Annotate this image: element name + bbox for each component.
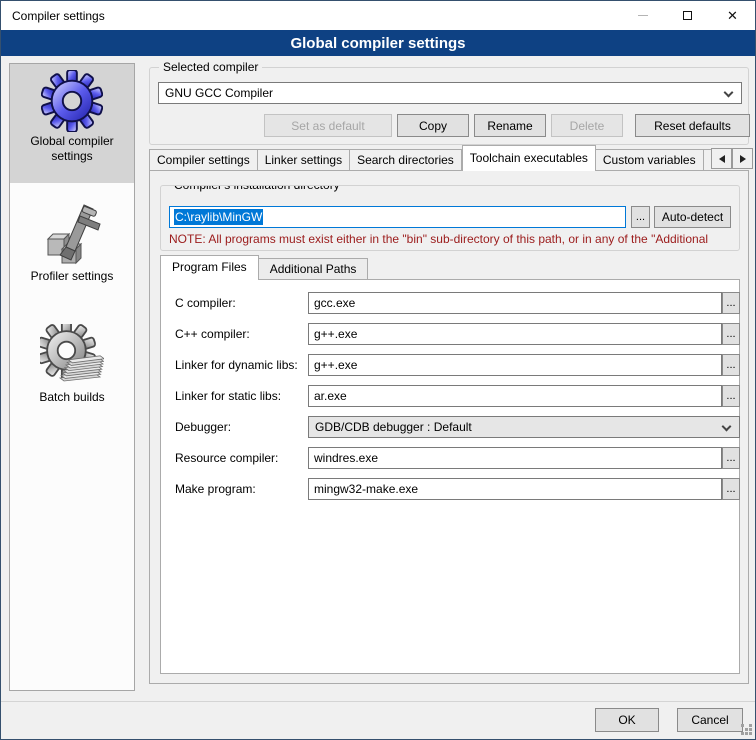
selected-compiler-label: Selected compiler bbox=[159, 60, 262, 74]
linker-dynamic-libs-browse-button[interactable]: ... bbox=[722, 354, 740, 376]
tab-custom-variables[interactable]: Custom variables bbox=[596, 149, 704, 170]
c-compiler-label: C compiler: bbox=[175, 292, 236, 314]
installation-directory-label: Compiler's installation directory bbox=[170, 185, 344, 192]
rename-button[interactable]: Rename bbox=[474, 114, 546, 137]
make-program-browse-button[interactable]: ... bbox=[722, 478, 740, 500]
maximize-icon bbox=[683, 11, 692, 20]
tab-linker-settings[interactable]: Linker settings bbox=[258, 149, 350, 170]
cpp-compiler-browse-button[interactable]: ... bbox=[722, 323, 740, 345]
debugger-value: GDB/CDB debugger : Default bbox=[315, 420, 472, 434]
compiler-select-value: GNU GCC Compiler bbox=[165, 86, 273, 100]
debugger-select[interactable]: GDB/CDB debugger : Default bbox=[308, 416, 740, 438]
c-compiler-input[interactable] bbox=[308, 292, 722, 314]
auto-detect-button[interactable]: Auto-detect bbox=[654, 206, 731, 228]
cpp-compiler-label: C++ compiler: bbox=[175, 323, 250, 345]
arrow-left-icon bbox=[719, 155, 725, 163]
install-dir-value: C:\raylib\MinGW bbox=[174, 209, 263, 225]
cancel-button[interactable]: Cancel bbox=[677, 708, 743, 732]
program-files-panel: C compiler: ...C++ compiler: ...Linker f… bbox=[160, 279, 740, 674]
chevron-down-icon bbox=[724, 88, 734, 98]
footer-divider bbox=[1, 701, 755, 702]
program-files-tab-strip: Program FilesAdditional Paths bbox=[160, 254, 368, 280]
cpp-compiler-input[interactable] bbox=[308, 323, 722, 345]
debugger-label: Debugger: bbox=[175, 416, 231, 438]
caliper-icon bbox=[40, 203, 104, 267]
compiler-select[interactable]: GNU GCC Compiler bbox=[158, 82, 742, 104]
copy-button[interactable]: Copy bbox=[397, 114, 469, 137]
make-program-label: Make program: bbox=[175, 478, 256, 500]
window-title: Compiler settings bbox=[1, 9, 105, 23]
compiler-settings-dialog: Compiler settings ✕ Global compiler sett… bbox=[0, 0, 756, 740]
set-as-default-button[interactable]: Set as default bbox=[264, 114, 392, 137]
make-program-row: Make program: ... bbox=[161, 478, 739, 500]
tab-build-options[interactable]: Build options bbox=[704, 149, 711, 170]
linker-dynamic-libs-label: Linker for dynamic libs: bbox=[175, 354, 298, 376]
linker-static-libs-browse-button[interactable]: ... bbox=[722, 385, 740, 407]
banner-title: Global compiler settings bbox=[290, 35, 465, 52]
title-bar: Compiler settings ✕ bbox=[1, 1, 755, 30]
install-dir-browse-button[interactable]: ... bbox=[631, 206, 650, 228]
sidebar-item-global-compiler-settings[interactable]: Global compiler settings bbox=[10, 64, 134, 183]
linker-static-libs-row: Linker for static libs: ... bbox=[161, 385, 739, 407]
chevron-down-icon bbox=[722, 422, 732, 432]
tab-scroll-left-button[interactable] bbox=[711, 148, 732, 169]
reset-defaults-button[interactable]: Reset defaults bbox=[635, 114, 750, 137]
resize-grip-icon[interactable] bbox=[741, 724, 744, 727]
installation-directory-group: Compiler's installation directory C:\ray… bbox=[160, 185, 740, 251]
sidebar-item-batch-builds[interactable]: Batch builds bbox=[10, 318, 134, 409]
ok-button[interactable]: OK bbox=[595, 708, 659, 732]
linker-static-libs-input[interactable] bbox=[308, 385, 722, 407]
minimize-button[interactable] bbox=[620, 1, 665, 30]
linker-dynamic-libs-input[interactable] bbox=[308, 354, 722, 376]
resource-compiler-row: Resource compiler: ... bbox=[161, 447, 739, 469]
sidebar-item-label: Global compiler settings bbox=[10, 132, 134, 168]
blue-gear-icon bbox=[41, 70, 103, 132]
delete-button[interactable]: Delete bbox=[551, 114, 623, 137]
debugger-row: Debugger: GDB/CDB debugger : Default bbox=[161, 416, 739, 438]
sidebar-item-profiler-settings[interactable]: Profiler settings bbox=[10, 197, 134, 288]
selected-compiler-group: Selected compiler GNU GCC Compiler Set a… bbox=[149, 67, 749, 145]
tab-scroll-right-button[interactable] bbox=[732, 148, 753, 169]
tab-toolchain-executables[interactable]: Toolchain executables bbox=[462, 145, 596, 171]
sidebar-item-label: Profiler settings bbox=[10, 267, 134, 288]
settings-tab-strip: Compiler settingsLinker settingsSearch d… bbox=[149, 145, 711, 171]
arrow-right-icon bbox=[740, 155, 746, 163]
toolchain-executables-page: Compiler's installation directory C:\ray… bbox=[149, 170, 749, 684]
install-dir-input[interactable]: C:\raylib\MinGW bbox=[169, 206, 626, 228]
tab-program-files[interactable]: Program Files bbox=[160, 255, 259, 280]
c-compiler-browse-button[interactable]: ... bbox=[722, 292, 740, 314]
linker-static-libs-label: Linker for static libs: bbox=[175, 385, 281, 407]
linker-dynamic-libs-row: Linker for dynamic libs: ... bbox=[161, 354, 739, 376]
sidebar-item-label: Batch builds bbox=[10, 388, 134, 409]
minimize-icon bbox=[638, 15, 648, 16]
cpp-compiler-row: C++ compiler: ... bbox=[161, 323, 739, 345]
close-button[interactable]: ✕ bbox=[710, 1, 755, 30]
tab-search-directories[interactable]: Search directories bbox=[350, 149, 462, 170]
close-icon: ✕ bbox=[727, 9, 738, 22]
c-compiler-row: C compiler: ... bbox=[161, 292, 739, 314]
make-program-input[interactable] bbox=[308, 478, 722, 500]
window-controls: ✕ bbox=[620, 1, 755, 30]
settings-category-sidebar: Global compiler settings Profiler settin… bbox=[9, 63, 135, 691]
gear-stack-icon bbox=[40, 324, 104, 388]
resource-compiler-label: Resource compiler: bbox=[175, 447, 278, 469]
tab-additional-paths[interactable]: Additional Paths bbox=[259, 258, 369, 279]
dialog-banner: Global compiler settings bbox=[1, 30, 755, 56]
resource-compiler-input[interactable] bbox=[308, 447, 722, 469]
install-dir-note: NOTE: All programs must exist either in … bbox=[169, 232, 739, 246]
resource-compiler-browse-button[interactable]: ... bbox=[722, 447, 740, 469]
dialog-body: Global compiler settings Profiler settin… bbox=[1, 56, 755, 739]
tab-compiler-settings[interactable]: Compiler settings bbox=[149, 149, 258, 170]
maximize-button[interactable] bbox=[665, 1, 710, 30]
